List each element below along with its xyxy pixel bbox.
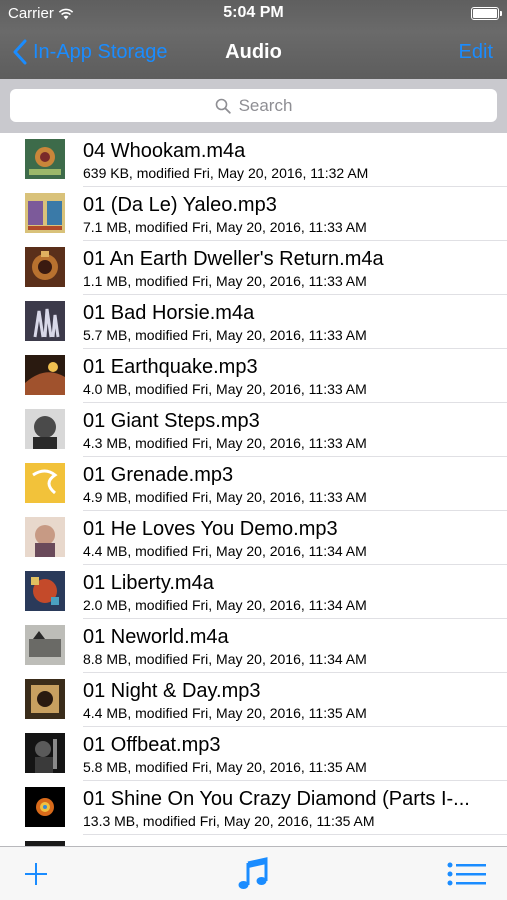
list-item[interactable]: 01 Shine On You Crazy Diamond (Parts I-.… — [0, 781, 507, 835]
album-art-thumbnail — [25, 625, 65, 665]
search-icon — [215, 98, 231, 114]
file-name: 01 Neworld.m4a — [83, 626, 229, 648]
file-name: 01 Shine On You Crazy Diamond (Parts I-.… — [83, 788, 470, 810]
file-name: 01 Earthquake.mp3 — [83, 356, 258, 378]
file-details: 8.8 MB, modified Fri, May 20, 2016, 11:3… — [83, 651, 367, 667]
album-art-thumbnail — [25, 517, 65, 557]
list-item[interactable]: 01 Earthquake.mp3 4.0 MB, modified Fri, … — [0, 349, 507, 403]
file-name: 01 He Loves You Demo.mp3 — [83, 518, 338, 540]
file-name: 01 Night & Day.mp3 — [83, 680, 261, 702]
list-item[interactable]: 01 Bad Horsie.m4a 5.7 MB, modified Fri, … — [0, 295, 507, 349]
list-item[interactable]: 01 Night & Day.mp3 4.4 MB, modified Fri,… — [0, 673, 507, 727]
edit-button[interactable]: Edit — [459, 41, 493, 64]
album-art-thumbnail — [25, 463, 65, 503]
page-title: Audio — [225, 41, 282, 63]
file-details: 4.4 MB, modified Fri, May 20, 2016, 11:3… — [83, 543, 367, 559]
plus-icon — [25, 863, 47, 885]
file-details: 4.4 MB, modified Fri, May 20, 2016, 11:3… — [83, 705, 367, 721]
file-name: 01 Giant Steps.mp3 — [83, 410, 260, 432]
file-details: 5.7 MB, modified Fri, May 20, 2016, 11:3… — [83, 327, 367, 343]
now-playing-button[interactable] — [233, 857, 273, 891]
list-item[interactable]: 01 Liberty.m4a 2.0 MB, modified Fri, May… — [0, 565, 507, 619]
status-bar: Carrier 5:04 PM — [0, 0, 507, 28]
list-view-button[interactable] — [447, 857, 487, 891]
file-name: 01 Bad Horsie.m4a — [83, 302, 255, 324]
add-button[interactable] — [16, 857, 56, 891]
album-art-thumbnail — [25, 733, 65, 773]
file-details: 4.3 MB, modified Fri, May 20, 2016, 11:3… — [83, 435, 367, 451]
list-item[interactable]: 04 Whookam.m4a 639 KB, modified Fri, May… — [0, 133, 507, 187]
header: Carrier 5:04 PM In-App Storage Audio Edi… — [0, 0, 507, 79]
file-name: 01 (Da Le) Yaleo.mp3 — [83, 194, 277, 216]
list-item-partial[interactable] — [0, 835, 507, 846]
file-name: 01 An Earth Dweller's Return.m4a — [83, 248, 384, 270]
battery-icon — [471, 7, 502, 20]
list-item[interactable]: 01 Offbeat.mp3 5.8 MB, modified Fri, May… — [0, 727, 507, 781]
album-art-thumbnail — [25, 193, 65, 233]
search-input[interactable]: Search — [10, 89, 497, 122]
list-item[interactable]: 01 Giant Steps.mp3 4.3 MB, modified Fri,… — [0, 403, 507, 457]
file-list: 04 Whookam.m4a 639 KB, modified Fri, May… — [0, 133, 507, 846]
status-time: 5:04 PM — [223, 4, 284, 21]
file-details: 13.3 MB, modified Fri, May 20, 2016, 11:… — [83, 813, 375, 829]
list-item[interactable]: 01 Neworld.m4a 8.8 MB, modified Fri, May… — [0, 619, 507, 673]
list-item[interactable]: 01 (Da Le) Yaleo.mp3 7.1 MB, modified Fr… — [0, 187, 507, 241]
album-art-thumbnail — [25, 571, 65, 611]
album-art-thumbnail — [25, 679, 65, 719]
list-icon — [447, 862, 486, 886]
list-item[interactable]: 01 Grenade.mp3 4.9 MB, modified Fri, May… — [0, 457, 507, 511]
album-art-thumbnail — [25, 301, 65, 341]
file-details: 2.0 MB, modified Fri, May 20, 2016, 11:3… — [83, 597, 367, 613]
search-placeholder: Search — [238, 95, 293, 115]
file-name: 04 Whookam.m4a — [83, 140, 246, 162]
list-item[interactable]: 01 An Earth Dweller's Return.m4a 1.1 MB,… — [0, 241, 507, 295]
album-art-thumbnail — [25, 787, 65, 827]
file-name: 01 Grenade.mp3 — [83, 464, 234, 486]
navigation-bar: In-App Storage Audio Edit — [0, 28, 507, 79]
file-name: 01 Liberty.m4a — [83, 572, 214, 594]
search-bar: Search — [0, 79, 507, 133]
file-details: 7.1 MB, modified Fri, May 20, 2016, 11:3… — [83, 219, 367, 235]
bottom-toolbar — [0, 846, 507, 900]
album-art-thumbnail — [25, 139, 65, 179]
file-details: 1.1 MB, modified Fri, May 20, 2016, 11:3… — [83, 273, 367, 289]
album-art-thumbnail — [25, 247, 65, 287]
file-details: 4.9 MB, modified Fri, May 20, 2016, 11:3… — [83, 489, 367, 505]
file-details: 4.0 MB, modified Fri, May 20, 2016, 11:3… — [83, 381, 367, 397]
file-name: 01 Offbeat.mp3 — [83, 734, 221, 756]
album-art-thumbnail — [25, 409, 65, 449]
list-item[interactable]: 01 He Loves You Demo.mp3 4.4 MB, modifie… — [0, 511, 507, 565]
music-note-icon — [238, 857, 268, 889]
file-details: 639 KB, modified Fri, May 20, 2016, 11:3… — [83, 165, 369, 181]
file-details: 5.8 MB, modified Fri, May 20, 2016, 11:3… — [83, 759, 367, 775]
album-art-thumbnail — [25, 355, 65, 395]
